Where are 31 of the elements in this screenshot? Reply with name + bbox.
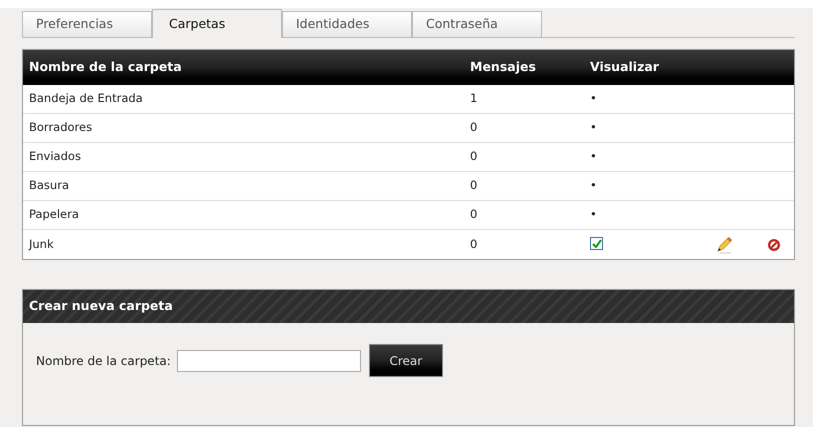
table-cell-text: Junk	[27, 236, 55, 253]
column-header: Mensajes	[470, 58, 537, 76]
table-cell-text: •	[590, 206, 598, 224]
table-cell-text: 0	[470, 148, 478, 166]
table-cell-text: •	[590, 119, 598, 136]
table-cell-text: 0	[470, 236, 478, 253]
table-cell-text: •	[590, 90, 598, 108]
column-header: Visualizar	[590, 58, 660, 76]
table-cell-text: Enviados	[28, 148, 82, 166]
table-cell-text: 0	[470, 206, 478, 224]
field-label: Nombre de la carpeta:	[36, 352, 171, 370]
pencil-icon[interactable]	[715, 236, 733, 254]
table-cell-text: Bandeja de Entrada	[28, 90, 144, 108]
tab[interactable]: Contraseña	[412, 11, 542, 37]
table-cell-text: •	[590, 177, 598, 194]
table-cell-text: Papelera	[28, 206, 80, 224]
folder-name-field[interactable]	[176, 350, 361, 372]
column-header: Nombre de la carpeta	[28, 58, 183, 76]
create-button[interactable]: Crear	[368, 344, 443, 377]
tab[interactable]: Identidades	[282, 11, 412, 37]
table-cell-text: 1	[470, 90, 478, 108]
table-cell-text: •	[590, 148, 598, 166]
table-cell-text: 0	[470, 177, 478, 194]
table-cell-text: Basura	[28, 177, 70, 194]
checkbox[interactable]	[590, 236, 603, 250]
table-cell-text: 0	[470, 119, 478, 136]
tab[interactable]: Carpetas	[152, 9, 282, 38]
delete-icon[interactable]	[767, 238, 781, 252]
panel-header: Crear nueva carpeta	[23, 290, 794, 323]
table-cell-text: Borradores	[28, 119, 94, 136]
tab[interactable]: Preferencias	[22, 11, 152, 37]
